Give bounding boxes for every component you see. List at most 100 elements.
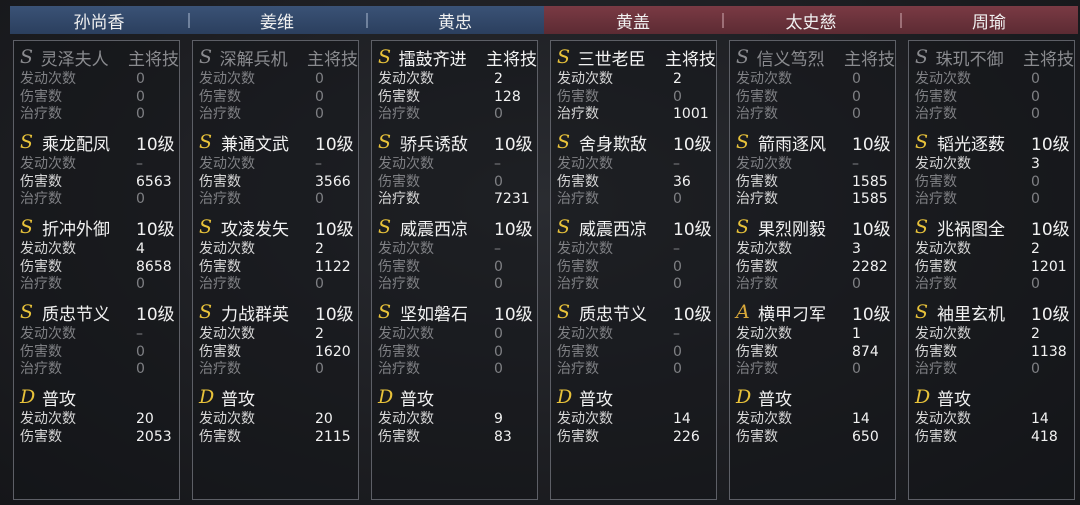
skill-block: A 横甲刁军 10级 发动次数 1 伤害数 874 治疗数 0 [736,298,895,383]
stat-value: 8658 [136,258,172,275]
skill-header[interactable]: S 三世老臣 主将技 [557,43,716,71]
skill-block: S 质忠节义 10级 发动次数 – 伤害数 0 治疗数 0 [20,298,179,383]
skill-header[interactable]: S 箭雨逐风 10级 [736,128,895,156]
skill-header[interactable]: S 深解兵机 主将技 [199,43,358,71]
stat-value: 128 [494,88,521,105]
stat-row-damage: 伤害数 3566 [199,174,358,192]
stat-value: 2 [1031,326,1040,343]
stat-value: 9 [494,411,503,428]
skill-grade: D [915,386,931,408]
skill-header[interactable]: D 普攻 [378,383,537,411]
skill-header[interactable]: S 兼通文武 10级 [199,128,358,156]
stat-label: 治疗数 [557,276,599,293]
skill-tag: 主将技 [128,49,179,70]
stat-row-damage: 伤害数 6563 [20,174,179,192]
stat-row-damage: 伤害数 0 [915,174,1074,192]
skill-tag: 10级 [1031,134,1070,155]
skill-header[interactable]: D 普攻 [915,383,1074,411]
skill-header[interactable]: S 珠玑不御 主将技 [915,43,1074,71]
stat-value: 0 [673,276,682,293]
skill-header[interactable]: D 普攻 [199,383,358,411]
skill-header[interactable]: S 兆祸图全 10级 [915,213,1074,241]
stat-label: 发动次数 [736,326,792,343]
stat-value: – [494,241,501,258]
skill-tag: 主将技 [844,49,895,70]
skill-header[interactable]: S 坚如磐石 10级 [378,298,537,326]
general-header[interactable]: 孙尚香 [10,6,188,34]
skill-header[interactable]: S 灵泽夫人 主将技 [20,43,179,71]
skill-header[interactable]: S 折冲外御 10级 [20,213,179,241]
stat-row-trigger: 发动次数 0 [736,71,895,89]
skill-header[interactable]: D 普攻 [736,383,895,411]
general-stats-panel: S 信义笃烈 主将技 发动次数 0 伤害数 0 治疗数 0 S 箭雨逐风 10级… [729,40,896,500]
stat-value: 2115 [315,428,351,445]
stat-label: 伤害数 [915,88,957,105]
skill-header[interactable]: S 力战群英 10级 [199,298,358,326]
stat-label: 伤害数 [557,88,599,105]
stat-label: 发动次数 [378,241,434,258]
skill-block: S 折冲外御 10级 发动次数 4 伤害数 8658 治疗数 0 [20,213,179,298]
stat-row-damage: 伤害数 0 [736,89,895,107]
skill-grade: D [378,386,394,408]
skill-header[interactable]: S 袖里玄机 10级 [915,298,1074,326]
stat-label: 发动次数 [199,156,255,173]
skill-header[interactable]: S 乘龙配凤 10级 [20,128,179,156]
general-header[interactable]: 姜维 [188,6,366,34]
skill-block: S 灵泽夫人 主将技 发动次数 0 伤害数 0 治疗数 0 [20,43,179,128]
stat-label: 治疗数 [915,361,957,378]
stat-row-trigger: 发动次数 9 [378,411,537,429]
skill-block: S 质忠节义 10级 发动次数 – 伤害数 0 治疗数 0 [557,298,716,383]
skill-block: S 力战群英 10级 发动次数 2 伤害数 1620 治疗数 0 [199,298,358,383]
stat-row-heal: 治疗数 0 [736,361,895,379]
stat-row-heal: 治疗数 0 [378,106,537,124]
stat-value: 2 [1031,241,1040,258]
stat-row-damage: 伤害数 0 [20,344,179,362]
skill-tag: 10级 [852,134,891,155]
skill-header[interactable]: S 质忠节义 10级 [20,298,179,326]
stat-row-trigger: 发动次数 4 [20,241,179,259]
general-header[interactable]: 黄忠 [366,6,544,34]
skill-header[interactable]: S 质忠节义 10级 [557,298,716,326]
skill-header[interactable]: S 威震西凉 10级 [378,213,537,241]
general-header[interactable]: 黄盖 [544,6,722,34]
skill-name: 乘龙配凤 [42,134,110,155]
skill-grade: S [199,301,213,323]
skill-header[interactable]: A 横甲刁军 10级 [736,298,895,326]
skill-name: 质忠节义 [42,304,110,325]
general-stats-panel: S 擂鼓齐进 主将技 发动次数 2 伤害数 128 治疗数 0 S 骄兵诱敌 1… [371,40,538,500]
skill-name: 箭雨逐风 [758,134,826,155]
stat-label: 发动次数 [20,411,76,428]
stat-row-damage: 伤害数 650 [736,429,895,447]
stat-value: 2053 [136,428,172,445]
general-header[interactable]: 周瑜 [900,6,1078,34]
stat-value: – [852,156,859,173]
stat-row-heal: 治疗数 0 [915,106,1074,124]
skill-name: 兼通文武 [221,134,289,155]
skill-grade: S [915,131,929,153]
stat-row-trigger: 发动次数 – [20,326,179,344]
skill-header[interactable]: S 韬光逐薮 10级 [915,128,1074,156]
skill-header[interactable]: D 普攻 [557,383,716,411]
skill-tag: 10级 [136,219,175,240]
skill-header[interactable]: S 擂鼓齐进 主将技 [378,43,537,71]
skill-header[interactable]: S 信义笃烈 主将技 [736,43,895,71]
general-header[interactable]: 太史慈 [722,6,900,34]
stat-label: 伤害数 [20,343,62,360]
stat-label: 伤害数 [20,173,62,190]
stat-value: 0 [673,88,682,105]
stat-value: 0 [136,361,145,378]
skill-header[interactable]: S 威震西凉 10级 [557,213,716,241]
skill-header[interactable]: S 舍身欺敌 10级 [557,128,716,156]
skill-header[interactable]: S 攻凌发矢 10级 [199,213,358,241]
stat-row-heal: 治疗数 0 [557,361,716,379]
skill-name: 坚如磐石 [400,304,468,325]
stat-value: 0 [1031,173,1040,190]
stat-value: 7231 [494,191,530,208]
skill-header[interactable]: D 普攻 [20,383,179,411]
stat-value: 226 [673,428,700,445]
skill-header[interactable]: S 骄兵诱敌 10级 [378,128,537,156]
skill-header[interactable]: S 果烈刚毅 10级 [736,213,895,241]
skill-tag: 10级 [852,219,891,240]
stat-label: 发动次数 [915,156,971,173]
stat-value: 0 [1031,276,1040,293]
